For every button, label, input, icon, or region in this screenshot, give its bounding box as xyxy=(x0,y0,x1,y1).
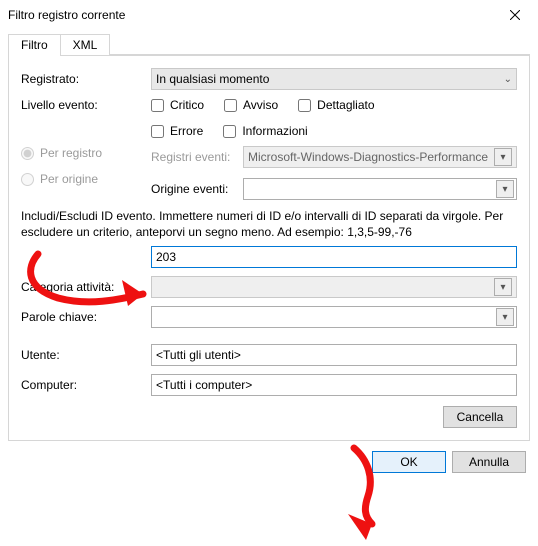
registrato-select[interactable]: In qualsiasi momento ⌄ xyxy=(151,68,517,90)
annulla-button[interactable]: Annulla xyxy=(452,451,526,473)
label-livello: Livello evento: xyxy=(21,98,151,112)
ok-button[interactable]: OK xyxy=(372,451,446,473)
check-informazioni-label: Informazioni xyxy=(242,124,307,138)
check-informazioni-box[interactable] xyxy=(223,125,236,138)
filter-panel: Registrato: In qualsiasi momento ⌄ Livel… xyxy=(8,55,530,441)
check-dettagliato-label: Dettagliato xyxy=(317,98,374,112)
event-id-help: Includi/Escludi ID evento. Immettere num… xyxy=(21,208,517,240)
origine-drop-icon[interactable]: ▾ xyxy=(496,180,514,198)
annulla-label: Annulla xyxy=(469,455,509,469)
check-dettagliato[interactable]: Dettagliato xyxy=(298,98,374,112)
check-errore-box[interactable] xyxy=(151,125,164,138)
check-errore-label: Errore xyxy=(170,124,203,138)
label-registrato: Registrato: xyxy=(21,72,151,86)
registri-eventi-combo: Microsoft-Windows-Diagnostics-Performanc… xyxy=(243,146,517,168)
tabstrip: Filtro XML xyxy=(0,30,538,55)
radio-per-origine: Per origine xyxy=(21,172,151,186)
filter-by-radios: Per registro Per origine xyxy=(21,146,151,198)
computer-input[interactable] xyxy=(151,374,517,396)
level-checks: Critico Avviso Dettagliato Errore Inform… xyxy=(151,98,517,138)
parole-drop-icon[interactable]: ▾ xyxy=(496,308,514,326)
tab-xml[interactable]: XML xyxy=(60,34,111,55)
window-title: Filtro registro corrente xyxy=(8,8,125,22)
tab-filtro-label: Filtro xyxy=(21,38,48,52)
radio-per-origine-label: Per origine xyxy=(40,172,98,186)
ok-label: OK xyxy=(400,455,417,469)
close-button[interactable] xyxy=(492,0,538,30)
radio-per-registro-input xyxy=(21,147,34,160)
check-informazioni[interactable]: Informazioni xyxy=(223,124,307,138)
close-icon xyxy=(510,10,520,20)
label-registri-eventi: Registri eventi: xyxy=(151,150,243,164)
utente-input[interactable] xyxy=(151,344,517,366)
origine-eventi-combo[interactable]: ▾ xyxy=(243,178,517,200)
label-origine-eventi: Origine eventi: xyxy=(151,182,243,196)
label-parole-chiave: Parole chiave: xyxy=(21,310,151,324)
radio-per-registro-label: Per registro xyxy=(40,146,102,160)
registrato-value: In qualsiasi momento xyxy=(156,72,269,86)
label-computer: Computer: xyxy=(21,378,151,392)
event-id-input[interactable] xyxy=(151,246,517,268)
tab-xml-label: XML xyxy=(73,38,98,52)
check-dettagliato-box[interactable] xyxy=(298,99,311,112)
categoria-combo[interactable]: ▾ xyxy=(151,276,517,298)
cancella-label: Cancella xyxy=(457,410,504,424)
radio-per-registro: Per registro xyxy=(21,146,151,160)
check-critico-box[interactable] xyxy=(151,99,164,112)
registri-drop-icon: ▾ xyxy=(494,148,512,166)
check-critico[interactable]: Critico xyxy=(151,98,204,112)
cancella-button[interactable]: Cancella xyxy=(443,406,517,428)
chevron-down-icon: ⌄ xyxy=(504,74,512,85)
dialog-buttons: OK Annulla xyxy=(0,441,538,481)
tab-filtro[interactable]: Filtro xyxy=(8,34,61,55)
check-avviso[interactable]: Avviso xyxy=(224,98,278,112)
label-utente: Utente: xyxy=(21,348,151,362)
radio-per-origine-input xyxy=(21,173,34,186)
check-avviso-label: Avviso xyxy=(243,98,278,112)
check-critico-label: Critico xyxy=(170,98,204,112)
titlebar: Filtro registro corrente xyxy=(0,0,538,30)
registri-eventi-value: Microsoft-Windows-Diagnostics-Performanc… xyxy=(248,150,488,164)
categoria-drop-icon[interactable]: ▾ xyxy=(494,278,512,296)
check-avviso-box[interactable] xyxy=(224,99,237,112)
parole-chiave-combo[interactable]: ▾ xyxy=(151,306,517,328)
check-errore[interactable]: Errore xyxy=(151,124,203,138)
label-categoria: Categoria attività: xyxy=(21,280,151,294)
